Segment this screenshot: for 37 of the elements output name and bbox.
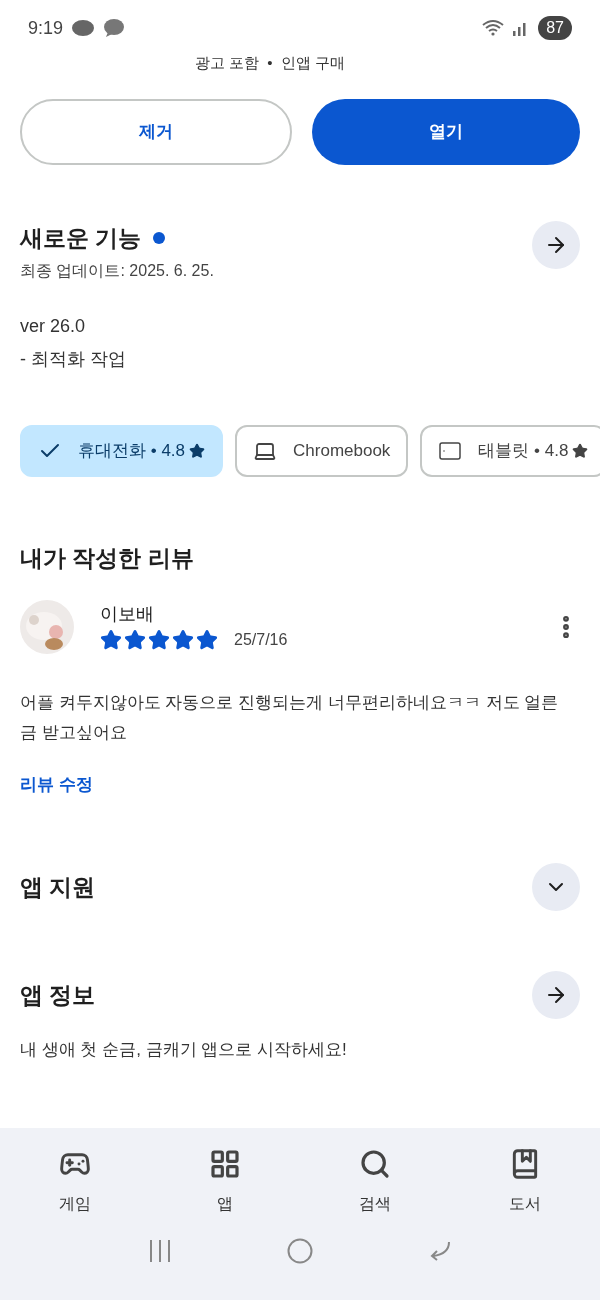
update-date: 최종 업데이트: 2025. 6. 25.: [20, 261, 214, 281]
search-icon: [359, 1148, 391, 1180]
status-time: 9:19: [28, 16, 64, 40]
star-icon: [572, 443, 589, 459]
star-icon: [189, 443, 206, 459]
home-icon[interactable]: [287, 1238, 313, 1264]
uninstall-button[interactable]: 제거: [20, 98, 292, 165]
battery-indicator: 87: [538, 16, 572, 40]
device-chip[interactable]: Chromebook: [235, 425, 409, 477]
section-title: 내가 작성한 리뷰: [19, 544, 195, 573]
edit-review-link[interactable]: 리뷰 수정: [0, 771, 113, 797]
nav-tab[interactable]: 앱: [150, 1148, 300, 1216]
nav-tab[interactable]: 검색: [300, 1148, 450, 1216]
chat-bubble-icon: [71, 18, 96, 38]
section-title: 새로운 기능: [20, 223, 142, 253]
release-note: ver 26.0: [20, 315, 87, 338]
wifi-icon: [482, 19, 505, 37]
nav-tab[interactable]: 게임: [0, 1148, 150, 1216]
arrow-button[interactable]: [532, 971, 580, 1019]
review-date: 25/7/16: [234, 630, 288, 650]
arrow-button[interactable]: [532, 220, 580, 269]
nav-tab[interactable]: 도서: [450, 1148, 600, 1216]
section-title: 앱 정보: [20, 980, 96, 1010]
recent-apps-icon[interactable]: [147, 1239, 172, 1263]
review-text: 어플 켜두지않아도 자동으로 진행되는게 너무편리하네요ㅋㅋ 저도 얼른 금 받고싶어요: [19, 691, 560, 744]
tagline: 광고 포함 • 인앱 구매: [194, 53, 346, 73]
apps-icon: [209, 1148, 241, 1180]
device-chip[interactable]: 휴대전화 • 4.8: [20, 425, 224, 477]
reviewer-name: 이보배: [100, 603, 155, 626]
device-chip[interactable]: 태블릿 • 4.8: [420, 425, 600, 477]
section-title: 앱 지원: [20, 872, 96, 902]
tablet-icon: [438, 439, 463, 463]
open-button[interactable]: 열기: [312, 98, 580, 165]
app-description: 내 생애 첫 순금, 금캐기 앱으로 시작하세요!: [19, 1039, 348, 1061]
back-icon[interactable]: [428, 1240, 453, 1262]
chat-bubble-icon: [103, 18, 126, 38]
release-note: - 최적화 작업: [20, 348, 127, 371]
